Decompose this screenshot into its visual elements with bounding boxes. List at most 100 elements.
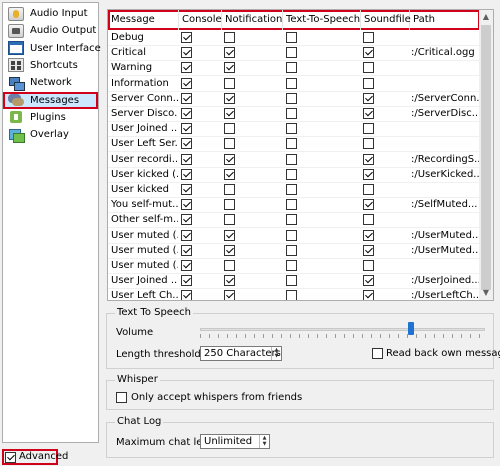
soundfile-checkbox[interactable] — [363, 92, 374, 104]
table-row[interactable]: User muted (...:/UserMuted... — [108, 244, 480, 259]
table-row[interactable]: Other self-m... — [108, 213, 480, 229]
read-back-own-messages-checkbox[interactable] — [372, 348, 383, 359]
notification-checkbox[interactable] — [224, 290, 235, 300]
soundfile-checkbox[interactable] — [363, 229, 374, 241]
sidebar-item-shortcuts[interactable]: Shortcuts — [3, 57, 98, 74]
tts-checkbox[interactable] — [286, 153, 297, 165]
notification-checkbox[interactable] — [224, 168, 235, 180]
volume-slider[interactable] — [200, 328, 485, 331]
table-row[interactable]: User kicked (...:/UserKicked... — [108, 168, 480, 183]
tts-checkbox[interactable] — [286, 260, 297, 271]
soundfile-checkbox[interactable] — [363, 77, 374, 89]
soundfile-checkbox[interactable] — [363, 47, 374, 59]
column-header-console[interactable]: Console — [179, 10, 222, 30]
tts-checkbox[interactable] — [286, 199, 297, 211]
scroll-up-icon[interactable]: ▲ — [479, 10, 493, 24]
tts-checkbox[interactable] — [286, 168, 297, 180]
whisper-friends-only-label[interactable]: Only accept whispers from friends — [131, 392, 302, 403]
path-cell[interactable] — [411, 259, 479, 274]
table-row[interactable]: User recordi...:/RecordingS... — [108, 153, 480, 168]
tts-checkbox[interactable] — [286, 92, 297, 104]
soundfile-checkbox[interactable] — [363, 138, 374, 150]
table-scrollbar[interactable]: ▲ ▼ — [479, 10, 493, 300]
table-row[interactable]: Warning — [108, 61, 480, 77]
tts-checkbox[interactable] — [286, 108, 297, 119]
notification-checkbox[interactable] — [224, 32, 235, 43]
tts-checkbox[interactable] — [286, 62, 297, 74]
notification-checkbox[interactable] — [224, 153, 235, 165]
table-row[interactable]: User muted (...:/UserMuted... — [108, 229, 480, 244]
console-checkbox[interactable] — [181, 244, 192, 256]
sidebar-item-messages[interactable]: Messages — [3, 91, 98, 109]
length-threshold-spinbox[interactable]: 250 Characters ▲ ▼ — [200, 346, 282, 361]
path-cell[interactable]: :/UserJoined... — [411, 274, 479, 289]
column-header-notification[interactable]: Notification — [222, 10, 283, 30]
console-checkbox[interactable] — [181, 290, 192, 300]
console-checkbox[interactable] — [181, 260, 192, 271]
table-row[interactable]: Information — [108, 77, 480, 92]
console-checkbox[interactable] — [181, 77, 192, 89]
notification-checkbox[interactable] — [224, 92, 235, 104]
read-back-own-messages-label[interactable]: Read back own messages — [386, 348, 500, 359]
soundfile-checkbox[interactable] — [363, 290, 374, 300]
console-checkbox[interactable] — [181, 108, 192, 119]
max-chat-length-spinbox[interactable]: Unlimited ▲ ▼ — [200, 434, 270, 449]
path-cell[interactable]: :/UserLeftCh... — [411, 289, 479, 300]
scrollbar-thumb[interactable] — [481, 25, 491, 290]
table-row[interactable]: You self-mut...:/SelfMuted... — [108, 198, 480, 214]
soundfile-checkbox[interactable] — [363, 153, 374, 165]
console-checkbox[interactable] — [181, 123, 192, 135]
notification-checkbox[interactable] — [224, 199, 235, 211]
whisper-friends-only-checkbox[interactable] — [116, 392, 127, 403]
table-row[interactable]: User kicked — [108, 183, 480, 198]
tts-checkbox[interactable] — [286, 275, 297, 287]
notification-checkbox[interactable] — [224, 138, 235, 150]
column-header-path[interactable]: Path — [410, 10, 480, 30]
table-row[interactable]: Debug — [108, 31, 480, 46]
soundfile-checkbox[interactable] — [363, 184, 374, 195]
table-row[interactable]: Critical:/Critical.ogg — [108, 46, 480, 62]
tts-checkbox[interactable] — [286, 214, 297, 226]
soundfile-checkbox[interactable] — [363, 199, 374, 211]
notification-checkbox[interactable] — [224, 229, 235, 241]
path-cell[interactable] — [411, 31, 479, 46]
console-checkbox[interactable] — [181, 229, 192, 241]
sidebar-item-audio-output[interactable]: Audio Output — [3, 22, 98, 39]
console-checkbox[interactable] — [181, 47, 192, 59]
path-cell[interactable] — [411, 183, 479, 198]
soundfile-checkbox[interactable] — [363, 62, 374, 74]
advanced-checkbox[interactable] — [5, 452, 16, 463]
soundfile-checkbox[interactable] — [363, 260, 374, 271]
spin-arrows-icon[interactable]: ▲ ▼ — [271, 347, 281, 360]
console-checkbox[interactable] — [181, 275, 192, 287]
notification-checkbox[interactable] — [224, 47, 235, 59]
notification-checkbox[interactable] — [224, 77, 235, 89]
path-cell[interactable]: :/UserMuted... — [411, 244, 479, 259]
console-checkbox[interactable] — [181, 92, 192, 104]
console-checkbox[interactable] — [181, 153, 192, 165]
table-row[interactable]: User Joined ... — [108, 122, 480, 138]
advanced-label[interactable]: Advanced — [19, 451, 68, 462]
console-checkbox[interactable] — [181, 32, 192, 43]
table-row[interactable]: Server Conn...:/ServerConn... — [108, 92, 480, 107]
column-header-text-to-speech[interactable]: Text-To-Speech — [283, 10, 361, 30]
path-cell[interactable]: :/Critical.ogg — [411, 46, 479, 61]
sidebar-item-network[interactable]: Network — [3, 74, 98, 91]
path-cell[interactable] — [411, 137, 479, 152]
soundfile-checkbox[interactable] — [363, 275, 374, 287]
soundfile-checkbox[interactable] — [363, 244, 374, 256]
sidebar-item-overlay[interactable]: Overlay — [3, 126, 98, 143]
path-cell[interactable] — [411, 77, 479, 92]
volume-slider-handle[interactable] — [407, 322, 414, 335]
notification-checkbox[interactable] — [224, 214, 235, 226]
console-checkbox[interactable] — [181, 214, 192, 226]
tts-checkbox[interactable] — [286, 138, 297, 150]
console-checkbox[interactable] — [181, 184, 192, 195]
table-row[interactable]: User Left Ch...:/UserLeftCh... — [108, 289, 480, 300]
path-cell[interactable]: :/UserKicked... — [411, 168, 479, 183]
notification-checkbox[interactable] — [224, 123, 235, 135]
notification-checkbox[interactable] — [224, 184, 235, 195]
column-header-message[interactable]: Message — [108, 10, 179, 30]
scroll-down-icon[interactable]: ▼ — [479, 286, 493, 300]
path-cell[interactable]: :/SelfMuted... — [411, 198, 479, 213]
